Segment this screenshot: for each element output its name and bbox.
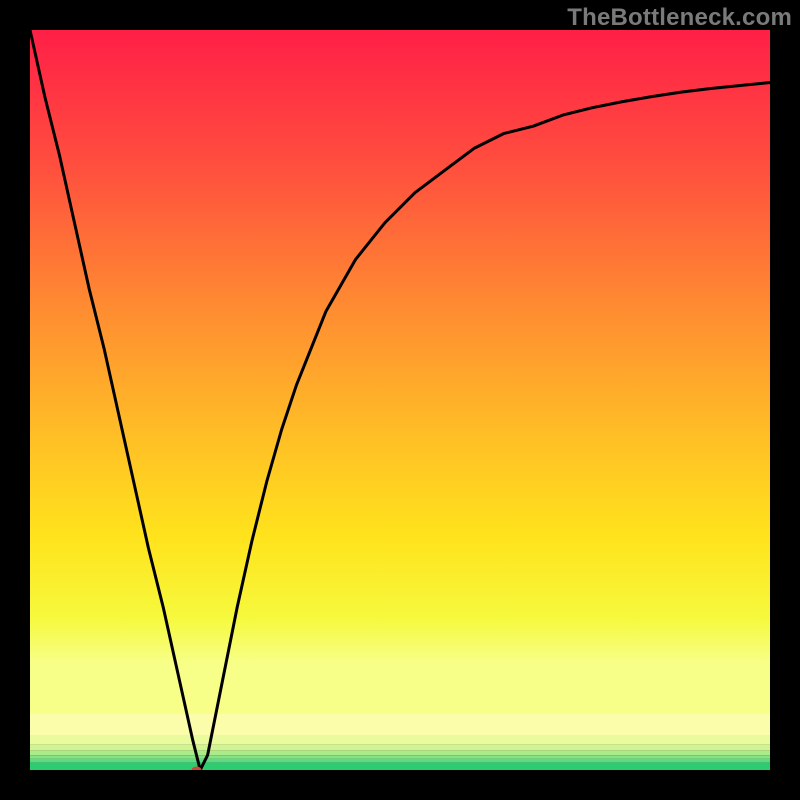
chart-frame: TheBottleneck.com — [0, 0, 800, 800]
watermark-text: TheBottleneck.com — [567, 4, 792, 32]
chart-plot-area — [30, 30, 770, 770]
chart-svg — [30, 30, 770, 770]
